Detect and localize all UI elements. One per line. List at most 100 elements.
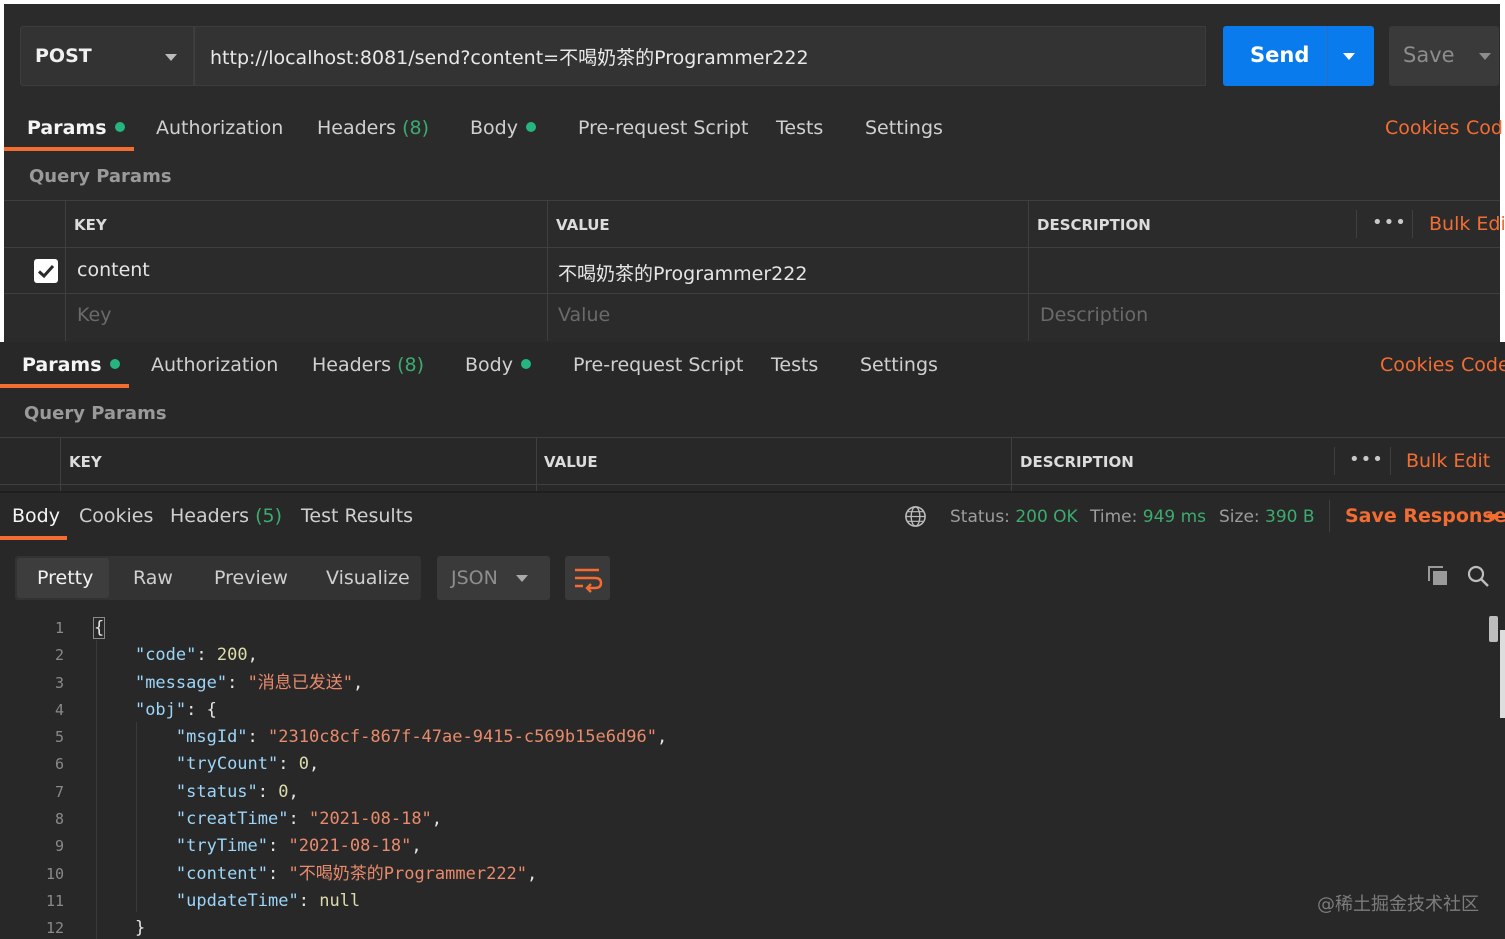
globe-icon[interactable] [904, 505, 927, 532]
more-options-icon[interactable]: ••• [1372, 212, 1407, 233]
tab-pre-request-script[interactable]: Pre-request Script [578, 117, 748, 139]
line-number: 5 [54, 728, 64, 747]
response-separator [0, 491, 1505, 493]
response-tab-test-results[interactable]: Test Results [301, 505, 413, 527]
column-divider [60, 437, 61, 491]
column-divider [536, 437, 537, 491]
send-options-chevron-icon[interactable] [1343, 53, 1355, 60]
query-params-title: Query Params [24, 403, 167, 424]
tab-tests[interactable]: Tests [771, 354, 818, 376]
tab-headers[interactable]: Headers (8) [317, 117, 429, 139]
send-divider [1327, 26, 1328, 86]
response-tab-body-underline [0, 536, 67, 540]
response-body-code[interactable]: { "code": 200, "message": "消息已发送", "obj"… [92, 615, 667, 939]
cookies-link[interactable]: Cookies [1380, 354, 1454, 376]
body-status-dot [520, 359, 531, 369]
tab-params-underline [4, 147, 134, 151]
column-divider [547, 200, 548, 341]
params-status-dot [109, 359, 120, 369]
save-button[interactable]: Save [1389, 26, 1499, 86]
column-divider [1334, 447, 1335, 475]
more-options-icon[interactable]: ••• [1349, 449, 1384, 470]
code-line: "obj": { [134, 699, 217, 720]
window-scrollbar[interactable] [1500, 630, 1505, 718]
line-number: 10 [45, 864, 64, 883]
copy-icon[interactable] [1426, 564, 1450, 592]
response-tab-headers[interactable]: Headers (5) [170, 505, 282, 527]
editor-scrollbar[interactable] [1489, 616, 1498, 642]
tab-tests[interactable]: Tests [776, 117, 823, 139]
code-line: { [92, 617, 106, 639]
response-tab-body[interactable]: Body [12, 505, 60, 527]
search-icon[interactable] [1466, 564, 1490, 592]
new-description-input[interactable]: Description [1040, 304, 1148, 326]
line-number: 1 [54, 619, 64, 637]
code-line: "creatTime": "2021-08-18", [175, 809, 443, 830]
code-line: "status": 0, [175, 781, 299, 802]
cookies-link[interactable]: Cookies [1385, 117, 1459, 139]
tab-headers[interactable]: Headers (8) [312, 354, 424, 376]
tab-body[interactable]: Body [470, 117, 536, 139]
param-key-cell[interactable]: content [77, 259, 150, 281]
param-value-cell[interactable]: 不喝奶茶的Programmer222 [558, 259, 807, 286]
new-key-input[interactable]: Key [77, 304, 111, 326]
bulk-edit-link[interactable]: Bulk Edit [1406, 450, 1490, 472]
save-options-chevron-icon[interactable] [1479, 53, 1491, 60]
bulk-edit-link[interactable]: Bulk Edit [1429, 213, 1505, 235]
line-number: 8 [54, 810, 64, 829]
column-divider [1011, 437, 1012, 491]
code-line: "code": 200, [134, 645, 258, 666]
view-raw-button[interactable]: Raw [133, 567, 173, 589]
view-preview-button[interactable]: Preview [214, 567, 288, 589]
code-link[interactable]: Code [1461, 354, 1505, 376]
value-column-header: VALUE [556, 216, 610, 234]
line-number: 2 [54, 646, 64, 665]
code-line: "updateTime": null [175, 890, 361, 911]
tab-body[interactable]: Body [465, 354, 531, 376]
wrap-lines-button[interactable] [565, 556, 610, 600]
description-column-header: DESCRIPTION [1037, 216, 1151, 234]
tab-authorization[interactable]: Authorization [151, 354, 278, 376]
view-pretty-button[interactable]: Pretty [37, 567, 93, 589]
column-divider [1356, 210, 1357, 238]
table-border [4, 247, 1500, 248]
save-response-chevron-icon[interactable] [1487, 514, 1499, 521]
column-divider [1390, 447, 1391, 475]
table-border [0, 484, 1505, 485]
key-column-header: KEY [74, 216, 107, 234]
status-readout: Status: 200 OK [950, 507, 1078, 527]
size-readout: Size: 390 B [1219, 507, 1315, 527]
line-number: 7 [54, 782, 64, 801]
tab-params[interactable]: Params [22, 354, 120, 376]
description-column-header: DESCRIPTION [1020, 453, 1134, 471]
column-divider [1412, 210, 1413, 238]
wrap-lines-icon [575, 568, 603, 593]
code-line: "tryCount": 0, [175, 754, 320, 775]
chevron-down-icon [516, 575, 528, 582]
send-button[interactable]: Send [1223, 26, 1374, 86]
tab-settings[interactable]: Settings [865, 117, 943, 139]
line-number: 11 [45, 891, 64, 910]
response-tab-cookies[interactable]: Cookies [79, 505, 153, 527]
view-visualize-button[interactable]: Visualize [326, 567, 410, 589]
checkmark-icon [37, 264, 55, 279]
code-link[interactable]: Cod [1466, 117, 1503, 139]
save-response-button[interactable]: Save Response [1345, 505, 1505, 527]
table-border [4, 200, 1500, 201]
line-number-gutter: 1 2 3 4 5 6 7 8 9 10 11 12 [24, 615, 64, 939]
new-value-input[interactable]: Value [558, 304, 610, 326]
param-enabled-checkbox[interactable] [34, 259, 58, 283]
line-number: 4 [54, 700, 64, 719]
tab-settings[interactable]: Settings [860, 354, 938, 376]
tab-authorization[interactable]: Authorization [156, 117, 283, 139]
tab-params[interactable]: Params [27, 117, 125, 139]
tab-pre-request-script[interactable]: Pre-request Script [573, 354, 743, 376]
method-select[interactable]: POST [20, 26, 194, 86]
code-line: "message": "消息已发送", [134, 672, 364, 693]
line-number: 12 [45, 919, 64, 938]
chevron-down-icon [165, 54, 177, 61]
format-select[interactable]: JSON [437, 556, 550, 600]
query-params-title: Query Params [29, 166, 172, 187]
code-line: } [94, 918, 146, 939]
url-input[interactable]: http://localhost:8081/send?content=不喝奶茶的… [194, 26, 1206, 86]
